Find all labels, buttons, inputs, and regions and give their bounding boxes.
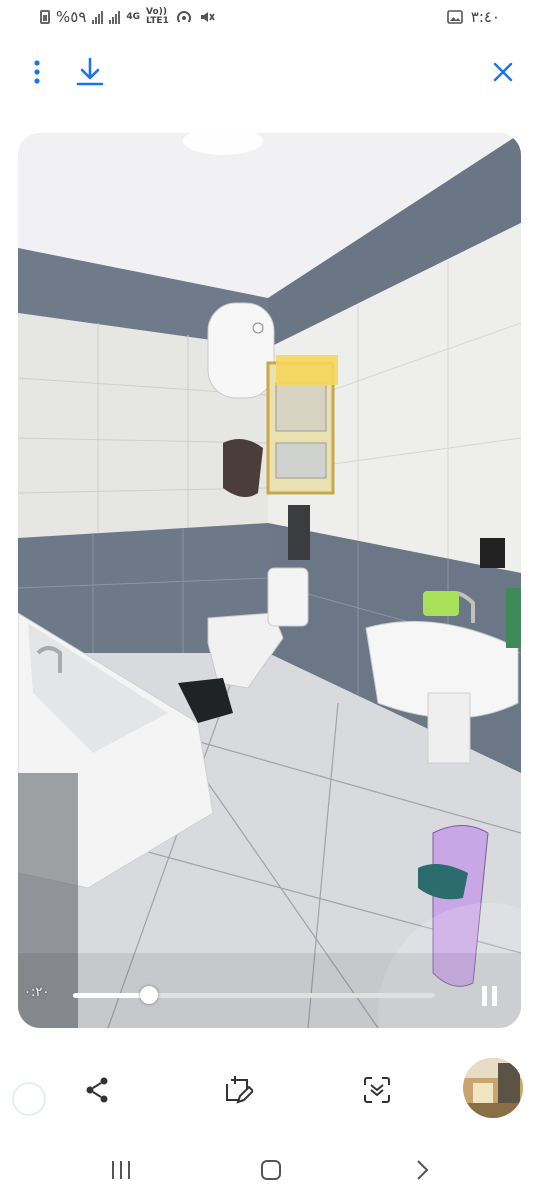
elapsed-time: ٠:٢٠ [24,985,50,1000]
network-type: 4G [126,11,141,22]
seek-bar[interactable] [73,986,435,1004]
pause-icon [481,986,487,1006]
seek-thumb[interactable] [140,986,159,1004]
action-bar [0,1055,540,1125]
share-icon [86,1077,108,1103]
back-button[interactable] [398,1150,448,1190]
share-button[interactable] [74,1067,120,1113]
scan-button[interactable] [354,1067,400,1113]
system-nav-bar [0,1140,540,1200]
battery-icon [40,10,50,24]
status-time: ٣:٤٠ [470,8,500,26]
video-thumbnail[interactable] [463,1058,523,1118]
home-icon [261,1160,281,1180]
recents-icon [112,1161,130,1179]
status-right: ٣:٤٠ [446,8,500,26]
gallery-icon [446,10,463,24]
more-options-button[interactable] [15,50,59,94]
edit-image-icon [226,1076,253,1104]
pause-icon-bar [491,986,497,1006]
close-icon [493,62,513,82]
battery-percent: %٥٩ [56,8,87,26]
mute-icon [200,12,215,22]
recents-button[interactable] [96,1150,146,1190]
video-player[interactable]: ٠:٢٠ [18,133,521,1028]
status-bar: %٥٩ 4G Vo)) LTE1 ٣:٤٠ [0,0,540,40]
hotspot-icon [176,11,191,23]
edit-button[interactable] [214,1067,260,1113]
download-icon [76,57,104,86]
close-button[interactable] [481,50,525,94]
status-left: %٥٩ 4G Vo)) LTE1 [40,8,215,26]
seek-progress [73,993,150,998]
home-button[interactable] [246,1150,296,1190]
download-button[interactable] [68,50,112,94]
signal-icon [109,10,121,24]
pause-button[interactable] [470,981,508,1011]
top-toolbar [0,50,540,100]
scan-icon [364,1077,390,1103]
thumbnail-image [463,1058,523,1118]
more-vertical-icon [34,60,40,84]
volte-indicator: Vo)) LTE1 [146,8,169,26]
signal-icon [92,10,104,24]
back-icon [417,1160,429,1180]
volte-bottom: LTE1 [146,16,169,26]
video-frame [18,133,521,1028]
